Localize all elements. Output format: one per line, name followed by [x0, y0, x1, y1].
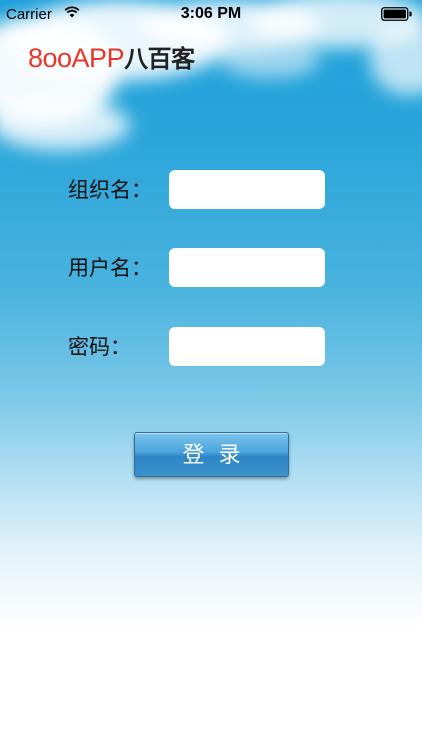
logo-latin-text: 8ooAPP [28, 43, 125, 73]
battery-icon [381, 7, 413, 25]
status-time: 3:06 PM [180, 5, 242, 22]
logo-chinese-text: 八百客 [124, 45, 195, 73]
organization-input[interactable] [169, 170, 325, 209]
password-input[interactable] [169, 327, 325, 366]
organization-row: 组织名： [0, 170, 422, 210]
password-label: 密码： [68, 335, 131, 359]
login-button[interactable]: 登录 [134, 432, 289, 477]
username-input[interactable] [169, 248, 325, 287]
organization-label: 组织名： [68, 178, 152, 202]
username-label: 用户名： [68, 256, 152, 280]
username-row: 用户名： [0, 248, 422, 288]
password-row: 密码： [0, 327, 422, 367]
app-logo: 8ooAPP八百客 [28, 43, 195, 74]
status-bar: Carrier 3:06 PM [0, 0, 422, 30]
